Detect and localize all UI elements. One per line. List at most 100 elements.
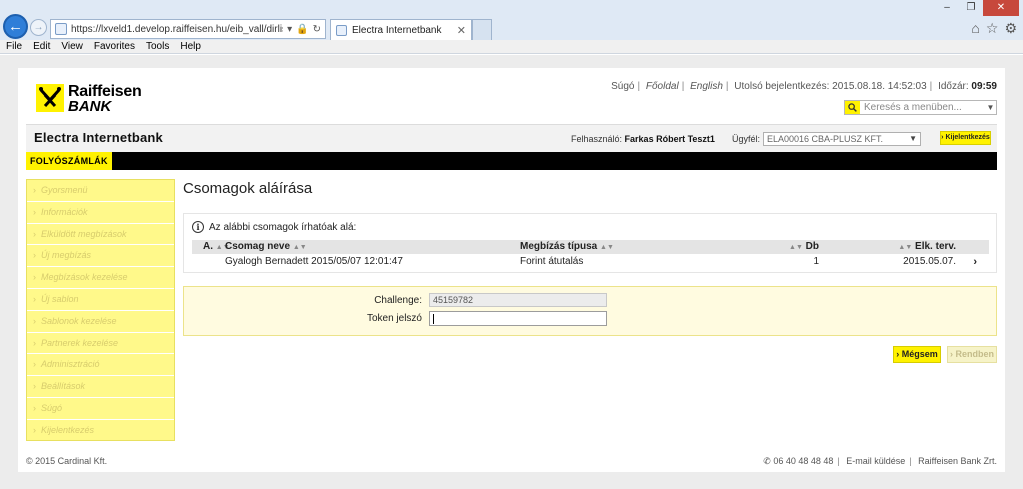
footer-links: ✆ 06 40 48 48 48 | E-mail küldése | Raiffe…	[763, 456, 997, 466]
sidebar-item-informaciok[interactable]: › Információk	[27, 202, 174, 224]
sidebar-item-uj-megbizas[interactable]: › Új megbízás	[27, 245, 174, 268]
home-icon[interactable]: ⌂	[971, 20, 979, 37]
sidebar-item-gyorsmenu[interactable]: › Gyorsmenü	[27, 180, 174, 202]
menu-view[interactable]: View	[61, 41, 83, 52]
chevron-right-icon: ›	[33, 359, 36, 370]
footer-email-link[interactable]: E-mail küldése	[846, 456, 905, 466]
browser-toolbar-icons: ⌂ ☆ ⚙	[971, 20, 1017, 37]
info-icon: i	[192, 221, 204, 233]
lock-icon[interactable]: 🔒	[296, 24, 308, 35]
column-header-date[interactable]: ▲▼ Elk. terv.	[898, 240, 956, 255]
minimize-icon[interactable]: –	[935, 0, 959, 16]
menu-edit[interactable]: Edit	[33, 41, 50, 52]
refresh-icon[interactable]: ↻	[313, 24, 321, 35]
menu-tools[interactable]: Tools	[146, 41, 169, 52]
tab-folyoszamlak[interactable]: FOLYÓSZÁMLÁK	[26, 152, 112, 170]
chevron-right-icon: ›	[33, 315, 36, 326]
home-link[interactable]: Főoldal	[646, 81, 679, 92]
challenge-label: Challenge:	[374, 295, 422, 306]
menu-help[interactable]: Help	[180, 41, 201, 52]
chevron-right-icon: ›	[33, 250, 36, 261]
sort-icon[interactable]: ▲▼	[600, 244, 614, 251]
sidebar-item-label: Sablonok kezelése	[41, 315, 117, 326]
menu-favorites[interactable]: Favorites	[94, 41, 135, 52]
help-link[interactable]: Súgó	[611, 81, 634, 92]
new-tab-button[interactable]	[472, 19, 492, 40]
search-icon[interactable]	[845, 101, 860, 114]
app-header-bar: Electra Internetbank Felhasználó: Farkas…	[26, 124, 997, 152]
sidebar-item-sablonok-kezelese[interactable]: › Sablonok kezelése	[27, 311, 174, 333]
gear-icon[interactable]: ⚙	[1004, 20, 1017, 37]
main-nav-bar: FOLYÓSZÁMLÁK	[26, 152, 997, 170]
back-arrow-icon[interactable]: ←	[3, 14, 28, 39]
sidebar-item-label: Új megbízás	[41, 250, 92, 261]
page-title: Csomagok aláírása	[183, 180, 313, 197]
info-message: i Az alábbi csomagok írhatóak alá:	[192, 221, 356, 233]
english-link[interactable]: English	[690, 81, 723, 92]
sidebar-item-adminisztracio[interactable]: › Adminisztráció	[27, 354, 174, 377]
sort-icon[interactable]: ▲▼	[898, 244, 912, 251]
ok-button[interactable]: › Rendben	[947, 346, 997, 363]
cancel-button[interactable]: › Mégsem	[893, 346, 941, 363]
browser-chrome: ← → https://lxveld1.develop.raiffeisen.h…	[0, 0, 1023, 40]
forward-arrow-icon[interactable]: →	[30, 19, 47, 36]
table-row[interactable]: Gyalogh Bernadett 2015/05/07 12:01:47 Fo…	[192, 255, 989, 269]
chevron-right-icon[interactable]: ›	[973, 255, 977, 269]
sidebar-item-label: Kijelentkezés	[41, 424, 95, 435]
menu-search[interactable]: Keresés a menüben... ▼	[844, 100, 997, 115]
tab-favicon-icon	[336, 24, 347, 36]
column-header-db[interactable]: ▲▼ Db	[789, 240, 819, 255]
timer-value: 09:59	[971, 81, 997, 92]
logout-button[interactable]: › Kijelentkezés	[940, 131, 991, 145]
user-label: Felhasználó:	[571, 134, 623, 144]
column-header-type[interactable]: Megbízás típusa ▲▼	[520, 240, 614, 255]
sidebar-item-label: Gyorsmenü	[41, 185, 88, 195]
sidebar-item-elkuldott-megbizasok[interactable]: › Elküldött megbízások	[27, 224, 174, 246]
raiffeisen-logo[interactable]: Raiffeisen BANK	[36, 83, 148, 115]
text-cursor	[433, 313, 434, 324]
sidebar-item-beallitasok[interactable]: › Beállítások	[27, 376, 174, 398]
token-password-field[interactable]	[429, 311, 607, 326]
window-controls: – ❐ ✕	[935, 0, 1019, 16]
sidebar-item-partnerek-kezelese[interactable]: › Partnerek kezelése	[27, 333, 174, 355]
sidebar-item-uj-sablon[interactable]: › Új sablon	[27, 289, 174, 311]
menu-search-input[interactable]: Keresés a menüben...	[860, 102, 985, 113]
client-select[interactable]: ELA00016 CBA-PLUSZ KFT. ▼	[763, 132, 921, 146]
chevron-down-icon[interactable]: ▼	[985, 103, 996, 112]
sidebar-item-label: Partnerek kezelése	[41, 337, 119, 348]
address-url[interactable]: https://lxveld1.develop.raiffeisen.hu/ei…	[71, 24, 283, 35]
user-info: Felhasználó: Farkas Róbert Teszt1	[571, 134, 715, 144]
sidebar-item-megbizasok-kezelese[interactable]: › Megbízások kezelése	[27, 267, 174, 289]
browser-tab[interactable]: Electra Internetbank ✕	[330, 19, 472, 40]
package-name: Gyalogh Bernadett 2015/05/07 12:01:47	[225, 256, 403, 267]
logo-text-bank: BANK	[68, 98, 112, 115]
sort-icon[interactable]: ▲▼	[293, 244, 307, 251]
menu-file[interactable]: File	[6, 41, 22, 52]
table-header: A. ▲▼ Csomag neve ▲▼ Megbízás típusa ▲▼ …	[192, 240, 989, 254]
dropdown-icon[interactable]: ▾	[287, 24, 292, 35]
token-label: Token jelszó	[366, 313, 422, 324]
restore-icon[interactable]: ❐	[959, 0, 983, 16]
tab-close-icon[interactable]: ✕	[457, 24, 466, 37]
phone-icon: ✆	[763, 456, 771, 466]
column-header-name[interactable]: Csomag neve ▲▼	[225, 240, 307, 255]
cancel-button-label: Mégsem	[901, 349, 938, 359]
package-type: Forint átutalás	[520, 256, 584, 267]
chevron-right-icon: ›	[33, 424, 36, 435]
sidebar-item-sugo[interactable]: › Súgó	[27, 398, 174, 420]
timer-label: Időzár:	[938, 81, 969, 92]
close-window-icon[interactable]: ✕	[983, 0, 1019, 16]
favorites-star-icon[interactable]: ☆	[986, 20, 999, 37]
footer-phone[interactable]: 06 40 48 48 48	[773, 456, 833, 466]
client-label: Ügyfél:	[732, 134, 761, 144]
sidebar-item-kijelentkezes[interactable]: › Kijelentkezés	[27, 420, 174, 442]
user-name: Farkas Róbert Teszt1	[624, 134, 715, 144]
address-bar[interactable]: https://lxveld1.develop.raiffeisen.hu/ei…	[50, 19, 326, 39]
chevron-right-icon: ›	[33, 293, 36, 304]
chevron-right-icon: ›	[949, 349, 953, 359]
sort-icon[interactable]: ▲▼	[789, 244, 803, 251]
package-count: 1	[813, 256, 819, 267]
chevron-right-icon: ›	[33, 402, 36, 413]
chevron-right-icon: ›	[33, 228, 36, 239]
last-login-value: 2015.08.18. 14:52:03	[832, 81, 927, 92]
